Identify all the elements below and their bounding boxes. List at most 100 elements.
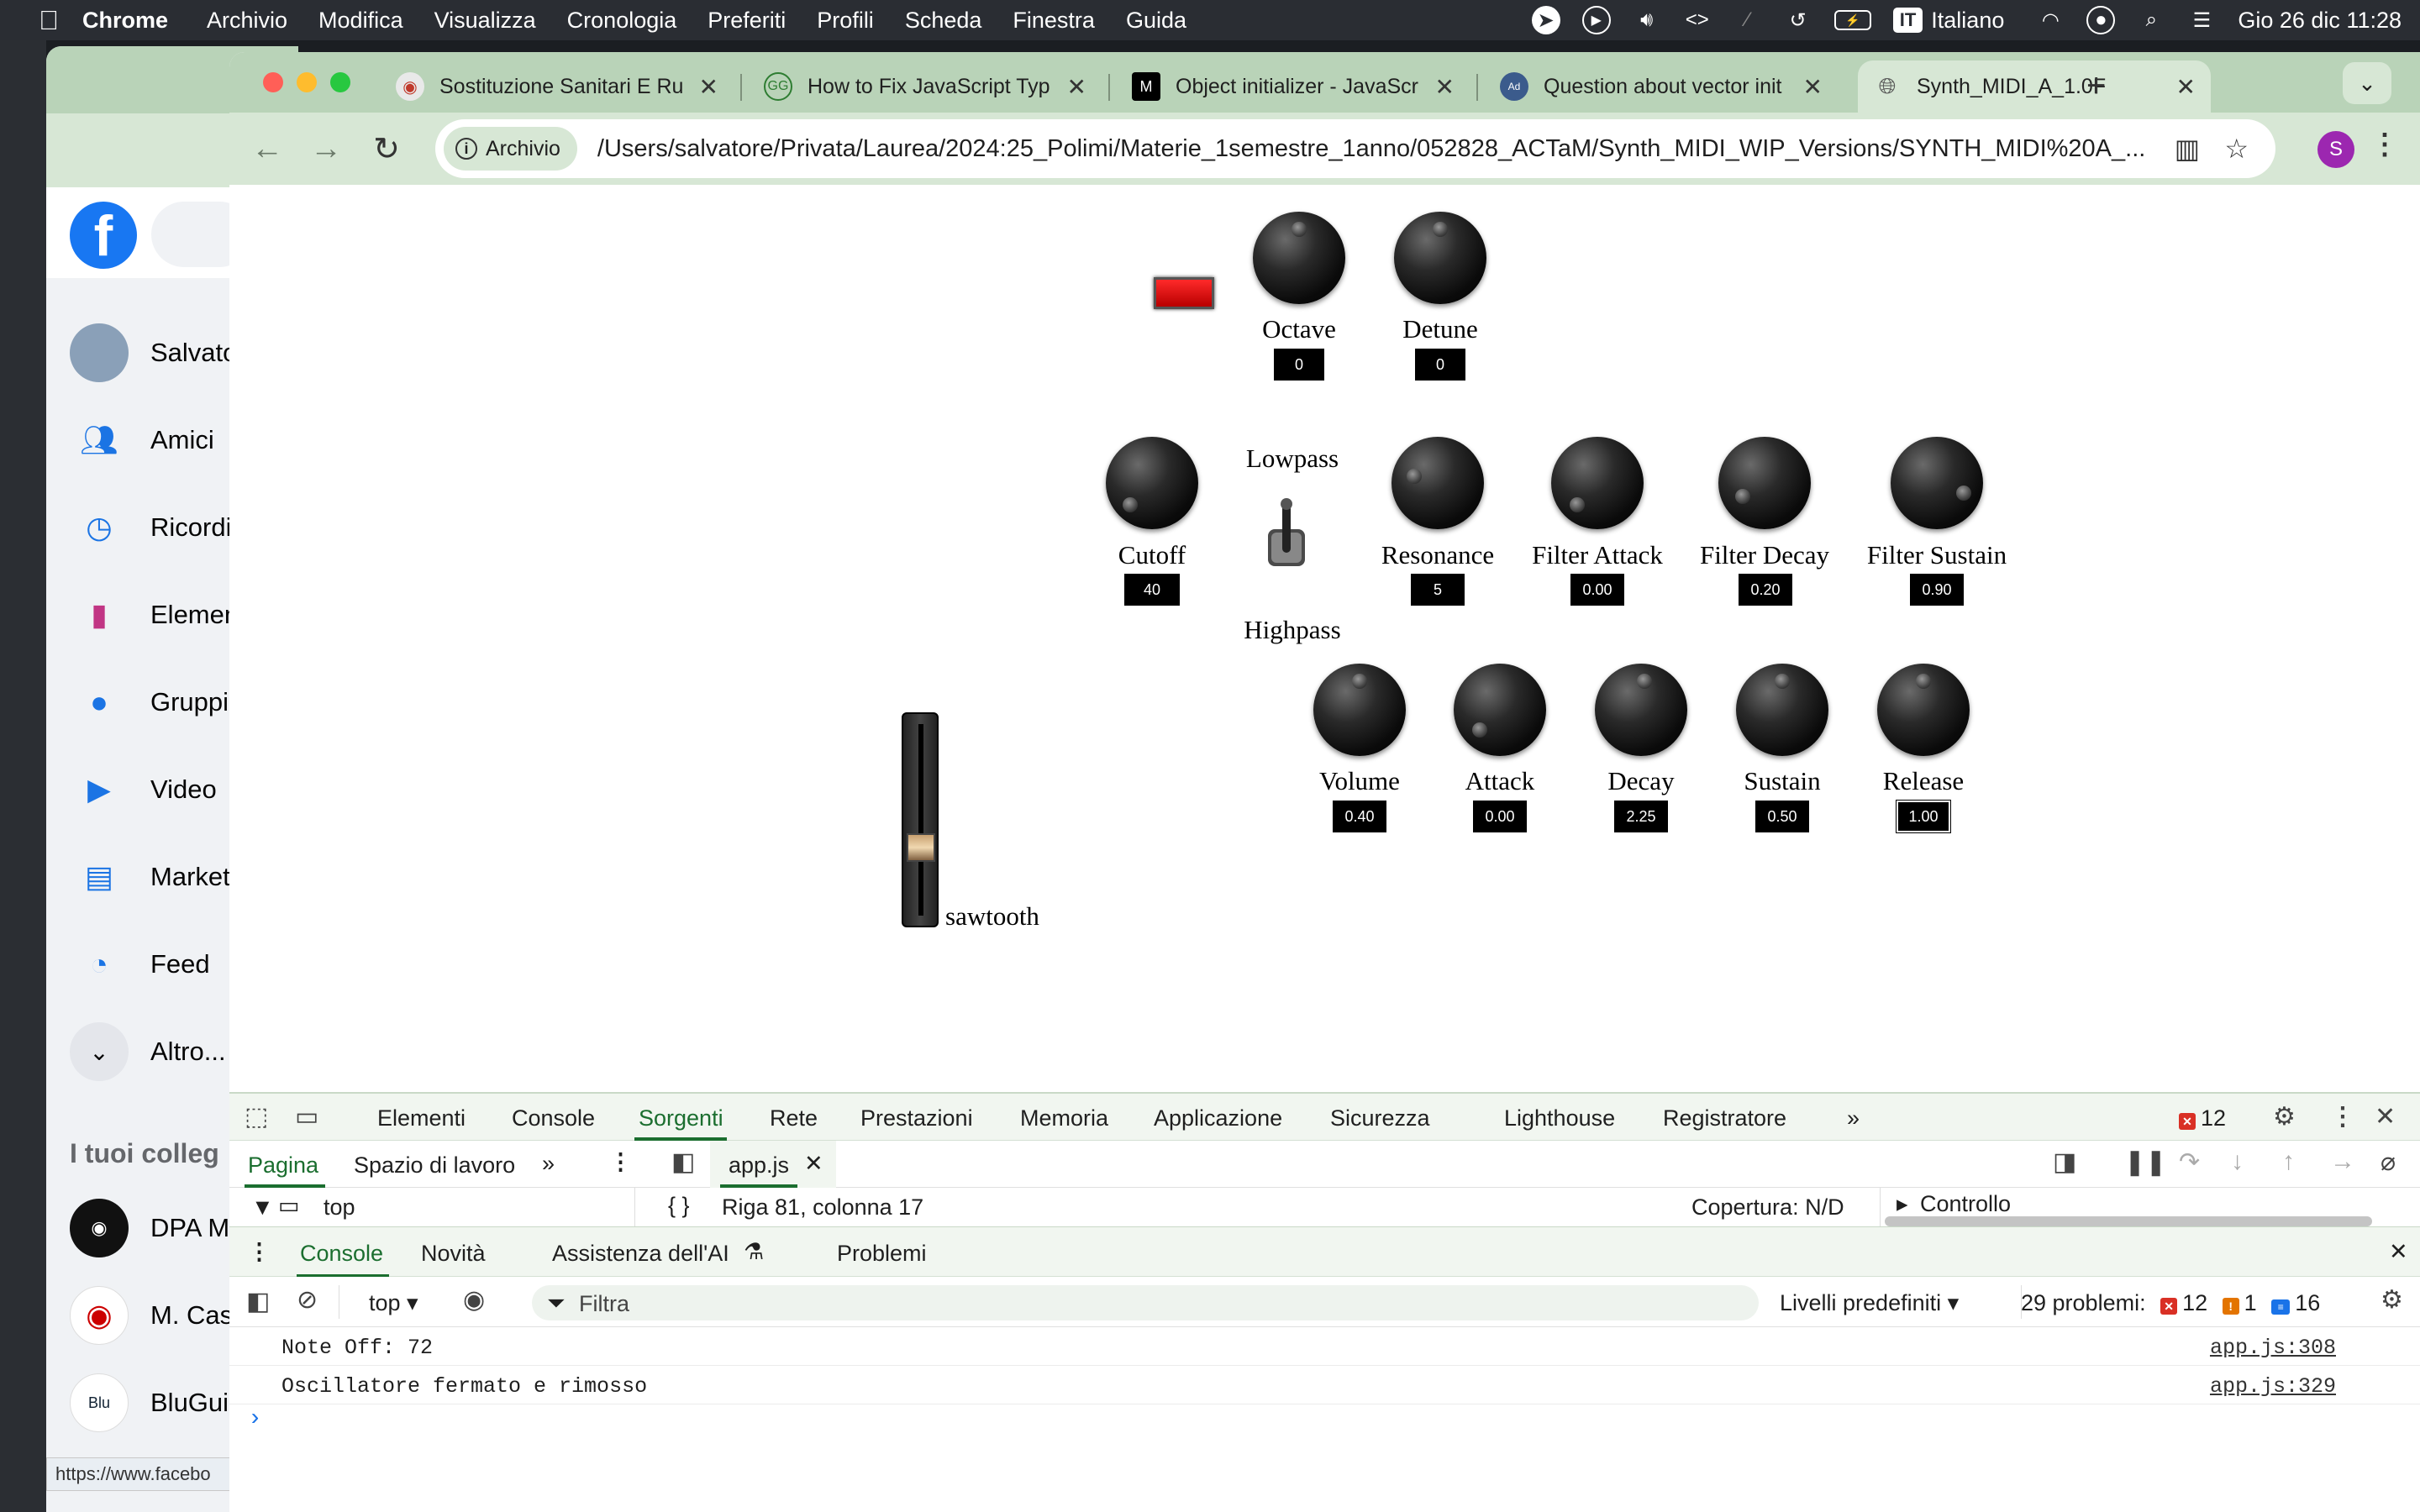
decay-value[interactable]: 2.25: [1614, 801, 1668, 832]
drawer-tab-ai-assistance[interactable]: Assistenza dell'AI: [552, 1241, 729, 1267]
fb-item-saved[interactable]: ▮ Elemen: [70, 584, 239, 646]
menu-cronologia[interactable]: Cronologia: [567, 8, 677, 34]
pause-icon[interactable]: ❚❚: [2124, 1147, 2166, 1177]
toggle-debugger-icon[interactable]: ◨: [2053, 1147, 2076, 1177]
section-expand-icon[interactable]: ▸: [1897, 1191, 1908, 1217]
filter-decay-knob[interactable]: [1718, 437, 1811, 529]
devtools-tab-performance[interactable]: Prestazioni: [860, 1105, 973, 1131]
new-tab-button[interactable]: +: [2086, 67, 2106, 105]
log-source-link[interactable]: app.js:329: [2210, 1374, 2336, 1399]
chrome-menu-icon[interactable]: ⋮: [2370, 128, 2399, 161]
address-bar[interactable]: i Archivio /Users/salvatore/Privata/Laur…: [435, 119, 2275, 178]
volume-value[interactable]: 0.40: [1333, 801, 1386, 832]
input-source-label[interactable]: Italiano: [1931, 8, 2004, 34]
tab-search-button[interactable]: ⌄: [2343, 62, 2391, 104]
sources-tab-workspace[interactable]: Spazio di lavoro: [354, 1152, 515, 1179]
sources-tab-page[interactable]: Pagina: [248, 1152, 318, 1179]
decay-knob[interactable]: [1595, 664, 1687, 756]
fb-item-marketplace[interactable]: ▤ Market: [70, 846, 230, 908]
fb-item-more[interactable]: ⌄ Altro...: [70, 1021, 226, 1083]
time-machine-icon[interactable]: ↺: [1784, 6, 1812, 34]
step-over-icon[interactable]: ↷: [2179, 1147, 2200, 1177]
slider-thumb[interactable]: [907, 833, 935, 862]
fb-shortcut[interactable]: Blu BluGui: [70, 1372, 229, 1434]
menu-finestra[interactable]: Finestra: [1013, 8, 1095, 34]
close-icon[interactable]: ✕: [1803, 73, 1823, 101]
console-filter-input[interactable]: ⏷ Filtra: [532, 1285, 1759, 1320]
menu-archivio[interactable]: Archivio: [207, 8, 287, 34]
fb-item-profile[interactable]: Salvato: [70, 322, 237, 384]
tab-3[interactable]: Ad Question about vector init ✕: [1485, 60, 1838, 113]
close-devtools-icon[interactable]: ✕: [2375, 1102, 2396, 1131]
tree-root-top[interactable]: top: [324, 1194, 355, 1221]
zoom-window-button[interactable]: [330, 72, 350, 92]
volume-icon[interactable]: 🔊︎: [1633, 6, 1661, 34]
tab-1[interactable]: GG How to Fix JavaScript Typ ✕: [749, 60, 1102, 113]
spotlight-search-icon[interactable]: ⌕: [2137, 6, 2165, 34]
devtools-tab-recorder[interactable]: Registratore: [1663, 1105, 1786, 1131]
filter-sustain-knob[interactable]: [1891, 437, 1983, 529]
filter-sustain-value[interactable]: 0.90: [1910, 574, 1964, 606]
debugger-section-controllo[interactable]: Controllo: [1920, 1191, 2011, 1217]
close-icon[interactable]: ✕: [804, 1151, 823, 1177]
resonance-knob[interactable]: [1392, 437, 1484, 529]
fb-item-feed[interactable]: ◔ Feed: [70, 933, 210, 995]
octave-value[interactable]: 0: [1274, 349, 1324, 381]
console-prompt-input[interactable]: ›: [248, 1406, 2399, 1443]
clear-console-icon[interactable]: ⊘: [297, 1285, 318, 1315]
control-center-icon[interactable]: ☰: [2187, 6, 2216, 34]
tab-4-active[interactable]: 🌐︎ Synth_MIDI_A_1.0F ✕: [1858, 60, 2211, 113]
devtools-tab-sources[interactable]: Sorgenti: [639, 1105, 723, 1131]
settings-gear-icon[interactable]: ⚙: [2273, 1102, 2296, 1131]
detune-value[interactable]: 0: [1415, 349, 1465, 381]
step-into-icon[interactable]: ↓: [2231, 1147, 2244, 1176]
menu-scheda[interactable]: Scheda: [905, 8, 982, 34]
resonance-value[interactable]: 5: [1411, 574, 1465, 606]
apple-logo-icon[interactable]: : [34, 5, 64, 35]
deactivate-breakpoints-icon[interactable]: ⌀: [2381, 1147, 2396, 1177]
sustain-knob[interactable]: [1736, 664, 1828, 756]
step-icon[interactable]: →: [2330, 1147, 2355, 1176]
console-log-row[interactable]: Oscillatore fermato e rimosso app.js:329: [229, 1366, 2420, 1404]
site-info-chip[interactable]: i Archivio: [444, 127, 577, 171]
drawer-tab-whats-new[interactable]: Novità: [421, 1241, 486, 1267]
pretty-print-icon[interactable]: { }: [668, 1193, 690, 1219]
filter-decay-value[interactable]: 0.20: [1739, 574, 1792, 606]
tree-expand-icon[interactable]: ▼: [251, 1194, 274, 1221]
user-icon[interactable]: ●: [2086, 6, 2116, 34]
close-icon[interactable]: ✕: [1435, 73, 1455, 101]
tab-0[interactable]: ◉ Sostituzione Sanitari E Ru ✕: [381, 60, 734, 113]
fb-shortcut[interactable]: ◉ M. Cas: [70, 1284, 233, 1347]
log-levels-dropdown[interactable]: Livelli predefiniti ▾: [1780, 1290, 1959, 1316]
tab-2[interactable]: M Object initializer - JavaScr ✕: [1117, 60, 1470, 113]
play-icon[interactable]: ▶: [1581, 6, 1611, 34]
reload-icon[interactable]: ↻: [366, 128, 408, 170]
bookmark-star-icon[interactable]: ☆: [2224, 133, 2249, 165]
context-selector[interactable]: top ▾: [369, 1290, 418, 1316]
fb-item-friends[interactable]: 👥︎ Amici: [70, 409, 214, 471]
cutoff-value[interactable]: 40: [1124, 574, 1180, 606]
filter-attack-value[interactable]: 0.00: [1570, 574, 1624, 606]
menu-guida[interactable]: Guida: [1126, 8, 1186, 34]
devtools-tab-lighthouse[interactable]: Lighthouse: [1504, 1105, 1615, 1131]
devtools-tab-console[interactable]: Console: [512, 1105, 595, 1131]
step-out-icon[interactable]: ↑: [2282, 1147, 2295, 1176]
error-counter[interactable]: ✕ 12: [2179, 1105, 2226, 1131]
close-icon[interactable]: ✕: [1067, 73, 1086, 101]
drawer-tab-console[interactable]: Console: [300, 1241, 383, 1267]
fb-item-video[interactable]: ▶ Video: [70, 759, 217, 821]
navigator-menu-icon[interactable]: ⋮: [609, 1149, 632, 1175]
close-window-button[interactable]: [263, 72, 283, 92]
code-icon[interactable]: <>: [1683, 6, 1712, 34]
waveform-slider[interactable]: [902, 712, 939, 927]
input-source-badge[interactable]: IT: [1892, 8, 1923, 33]
attack-knob[interactable]: [1454, 664, 1546, 756]
filter-type-toggle-switch[interactable]: [1253, 496, 1320, 571]
forward-icon[interactable]: →: [305, 128, 347, 170]
url-text[interactable]: /Users/salvatore/Privata/Laurea/2024:25_…: [597, 135, 2152, 163]
cutoff-knob[interactable]: [1106, 437, 1198, 529]
menu-app-name[interactable]: Chrome: [82, 8, 168, 34]
console-settings-gear-icon[interactable]: ⚙: [2381, 1285, 2403, 1315]
devtools-tab-security[interactable]: Sicurezza: [1330, 1105, 1430, 1131]
slash-icon[interactable]: ⁄: [1733, 6, 1762, 34]
